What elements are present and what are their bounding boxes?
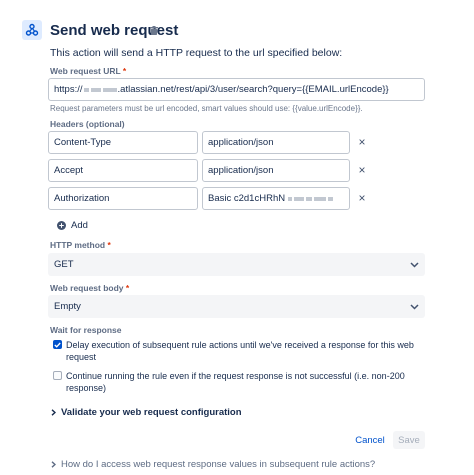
save-button[interactable]: Save	[393, 431, 425, 449]
chevron-right-icon	[51, 409, 56, 416]
chevron-right-icon	[51, 461, 56, 468]
checkmark-icon	[54, 342, 61, 348]
faq-toggle[interactable]: How do I access web request response val…	[51, 459, 375, 470]
add-circle-icon	[57, 221, 66, 230]
header-value-input[interactable]: application/json	[202, 131, 350, 154]
headers-label: Headers (optional)	[50, 119, 125, 129]
redacted-text	[314, 196, 327, 201]
remove-header-button[interactable]: ×	[356, 164, 368, 176]
chevron-down-icon	[410, 261, 419, 268]
header-key-input[interactable]: Authorization	[48, 187, 198, 210]
cancel-button[interactable]: Cancel	[350, 431, 390, 449]
redacted-text	[328, 196, 334, 201]
delay-execution-text: Delay execution of subsequent rule actio…	[66, 340, 414, 362]
body-label: Web request body *	[50, 283, 130, 293]
header-value-input[interactable]: application/json	[202, 159, 350, 182]
webhook-icon	[22, 20, 42, 40]
chevron-down-icon	[410, 303, 419, 310]
remove-header-button[interactable]: ×	[356, 192, 368, 204]
header-value-input[interactable]: Basic c2d1cHRhN	[202, 187, 350, 210]
continue-running-text: Continue running the rule even if the re…	[66, 371, 405, 393]
redacted-text	[294, 196, 305, 201]
url-label: Web request URL *	[50, 66, 127, 76]
url-input[interactable]: https:// .atlassian.net/rest/api/3/user/…	[48, 78, 425, 101]
redacted-text	[90, 87, 101, 92]
continue-running-checkbox[interactable]	[53, 371, 62, 380]
request-body-select[interactable]: Empty	[48, 295, 425, 318]
url-helper-text: Request parameters must be url encoded, …	[50, 104, 363, 113]
redacted-text	[288, 196, 293, 201]
add-header-button[interactable]: Add	[57, 220, 88, 231]
redacted-text	[102, 87, 117, 92]
redacted-text	[306, 196, 313, 201]
page-title: Send web request	[50, 22, 179, 39]
wait-label: Wait for response	[50, 325, 122, 335]
trash-icon[interactable]	[150, 26, 158, 35]
http-method-select[interactable]: GET	[48, 253, 425, 276]
action-description: This action will send a HTTP request to …	[50, 47, 343, 59]
remove-header-button[interactable]: ×	[356, 136, 368, 148]
header-key-input[interactable]: Accept	[48, 159, 198, 182]
redacted-text	[83, 87, 89, 92]
method-label: HTTP method *	[50, 240, 111, 250]
header-key-input[interactable]: Content-Type	[48, 131, 198, 154]
delay-execution-checkbox[interactable]	[53, 340, 62, 349]
validate-config-toggle[interactable]: Validate your web request configuration	[51, 407, 242, 418]
